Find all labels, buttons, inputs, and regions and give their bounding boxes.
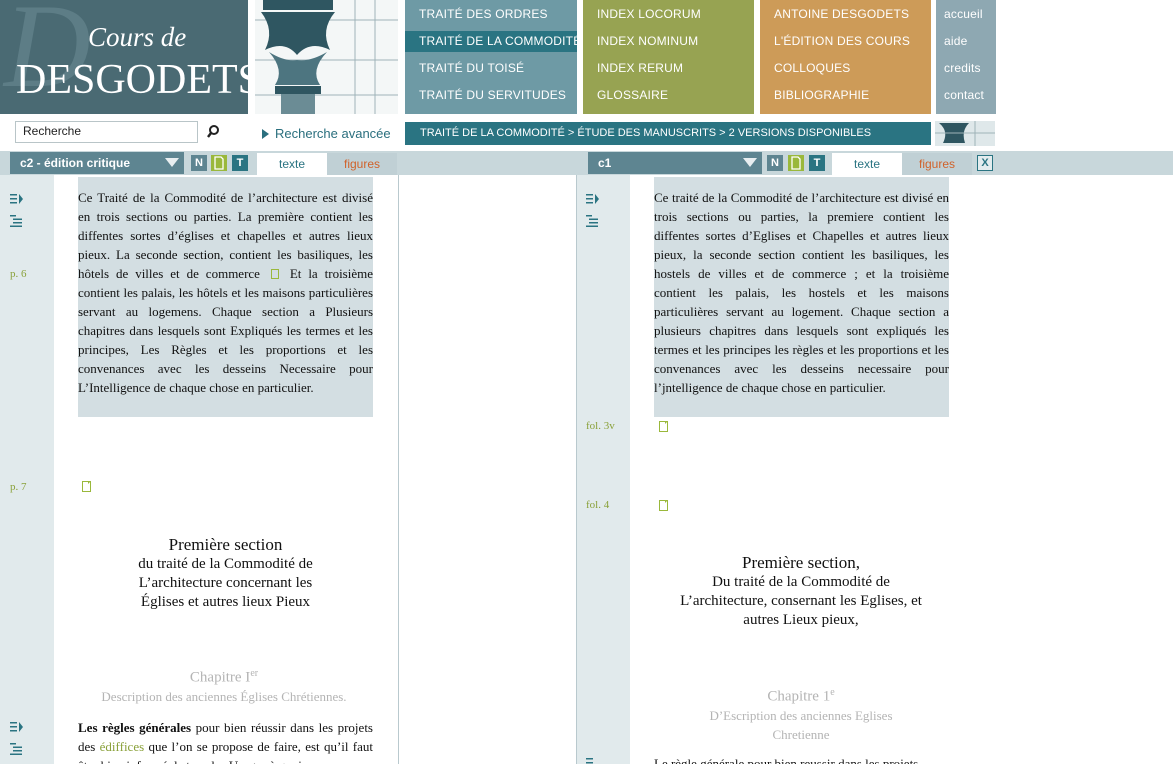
left-chapter-subtitle: Description des anciennes Églises Chréti…: [101, 689, 347, 705]
glossary-term-link[interactable]: édiffices: [100, 739, 145, 754]
outline-list-icon[interactable]: [10, 215, 24, 227]
right-highlighted-paragraph: Ce traité de la Commodité de l’architect…: [654, 177, 949, 417]
facsimile-icon[interactable]: [659, 421, 668, 432]
menu-item-edition[interactable]: L'ÉDITION DES COURS: [760, 31, 931, 52]
left-section-heading: Première section du traité de la Commodi…: [78, 534, 373, 612]
right-document-button[interactable]: [788, 155, 804, 171]
facsimile-icon[interactable]: [659, 500, 668, 511]
menu-item-servitudes[interactable]: TRAITÉ DU SERVITUDES: [405, 85, 577, 106]
menu-item-toise[interactable]: TRAITÉ DU TOISÉ: [405, 58, 577, 79]
right-section-heading: Première section, Du traité de la Commod…: [640, 552, 962, 630]
left-chapter-heading: Chapitre Ier Description des anciennes É…: [68, 664, 380, 706]
left-section-sub3: Églises et autres lieux Pieux: [140, 594, 311, 610]
logo-line2: DESGODETS: [16, 57, 248, 103]
expand-list-icon[interactable]: [10, 193, 24, 205]
left-version-select[interactable]: c2 - édition critique: [10, 152, 184, 174]
menu-item-commodite[interactable]: TRAITÉ DE LA COMMODITÉ: [405, 31, 581, 52]
menu-item-glossaire[interactable]: GLOSSAIRE: [583, 85, 754, 106]
logo-line1: Cours de: [88, 22, 187, 52]
advanced-search-link[interactable]: Recherche avancée: [262, 126, 391, 141]
left-page-ref-1[interactable]: p. 6: [10, 268, 27, 280]
close-panel-button[interactable]: X: [977, 155, 993, 171]
menu-item-accueil[interactable]: accueil: [936, 4, 996, 25]
chevron-down-icon: [743, 158, 757, 167]
menu-item-antoine-desgodets[interactable]: ANTOINE DESGODETS: [760, 4, 931, 25]
right-section-title: Première section,: [741, 553, 860, 572]
menu-item-colloques[interactable]: COLLOQUES: [760, 58, 931, 79]
facsimile-icon[interactable]: [82, 481, 91, 492]
menu-item-index-nominum[interactable]: INDEX NOMINUM: [583, 31, 754, 52]
right-folio-ref-1[interactable]: fol. 3v: [586, 420, 615, 432]
right-version-select[interactable]: c1: [588, 152, 762, 174]
left-chapter-sup: er: [250, 668, 259, 679]
expand-list-icon[interactable]: [586, 193, 600, 205]
breadcrumb-thumbnail: [935, 121, 995, 146]
left-section-sub1: du traité de la Commodité de: [138, 556, 313, 572]
left-tab-figures[interactable]: figures: [327, 153, 397, 175]
left-document-button[interactable]: [211, 155, 227, 171]
right-section-sub2: L’architecture, conser­nant les Eglises,…: [680, 593, 922, 609]
left-gutter: [0, 175, 54, 764]
right-chapter-heading: Chapitre 1e D’Escription des anciennes E…: [640, 683, 962, 744]
left-para2-bold: Les règles générales: [78, 720, 192, 735]
left-highlighted-paragraph: Ce Traité de la Commodité de l’architect…: [78, 177, 373, 417]
right-gutter: [577, 175, 630, 764]
left-notes-button[interactable]: N: [191, 155, 207, 171]
menu-item-aide[interactable]: aide: [936, 31, 996, 52]
menu-site: accueil aide credits contact: [936, 0, 996, 114]
menu-item-contact[interactable]: contact: [936, 85, 996, 106]
right-section-sub1: Du traité de la Commodité de: [712, 574, 890, 590]
page-break-icon[interactable]: [270, 269, 279, 279]
capital-engraving-image: [255, 0, 398, 114]
outline-list-icon[interactable]: [10, 743, 24, 755]
left-section-title: Première section: [168, 535, 283, 554]
left-version-label: c2 - édition critique: [20, 156, 131, 170]
chevron-down-icon: [165, 158, 179, 167]
breadcrumb: TRAITÉ DE LA COMMODITÉ > ÉTUDE DES MANUS…: [405, 122, 931, 145]
menu-item-index-locorum[interactable]: INDEX LOCORUM: [583, 4, 754, 25]
right-transcription-button[interactable]: T: [809, 155, 825, 171]
right-chapter-title: Chapitre 1: [767, 688, 831, 705]
site-logo[interactable]: D Cours de DESGODETS: [0, 0, 248, 114]
left-page-ref-2[interactable]: p. 7: [10, 481, 27, 493]
left-paragraph-2: Les règles générales pour bien réussir d…: [78, 718, 373, 764]
left-para2-b: que l’on se propose de faire, est: [148, 739, 320, 754]
right-section-sub3: autres Lieux pieux,: [743, 612, 859, 628]
left-tab-texte[interactable]: texte: [257, 153, 327, 175]
outline-list-icon[interactable]: [586, 215, 600, 227]
advanced-search-label: Recherche avancée: [275, 126, 391, 141]
expand-list-icon[interactable]: [586, 757, 600, 764]
left-section-sub2: L’architecture concernant les: [138, 575, 313, 591]
left-chapter-title: Chapitre I: [189, 669, 251, 686]
right-chapter-subtitle-1: D’Escription des anciennes Eglises: [709, 708, 893, 724]
expand-list-icon[interactable]: [10, 721, 24, 733]
left-panel-divider: [398, 175, 399, 764]
right-chapter-subtitle-2: Chretienne: [772, 727, 830, 743]
menu-item-credits[interactable]: credits: [936, 58, 996, 79]
left-para1-part2: Et la troisième contient les palais, les…: [78, 266, 374, 395]
right-chapter-sup: e: [830, 687, 835, 698]
left-transcription-button[interactable]: T: [232, 155, 248, 171]
right-paragraph-2: Le règle générale pour bien reussir dans…: [654, 756, 919, 764]
menu-about: ANTOINE DESGODETS L'ÉDITION DES COURS CO…: [760, 0, 931, 114]
right-folio-ref-2[interactable]: fol. 4: [586, 499, 609, 511]
right-notes-button[interactable]: N: [767, 155, 783, 171]
menu-item-bibliographie[interactable]: BIBLIOGRAPHIE: [760, 85, 931, 106]
right-tab-texte[interactable]: texte: [832, 153, 902, 175]
search-icon[interactable]: [207, 124, 223, 140]
menu-index: INDEX LOCORUM INDEX NOMINUM INDEX RERUM …: [583, 0, 754, 114]
right-tab-figures[interactable]: figures: [902, 153, 972, 175]
triangle-right-icon: [262, 129, 269, 139]
menu-traites: TRAITÉ DES ORDRES TRAITÉ DE LA COMMODITÉ…: [405, 0, 581, 114]
menu-item-ordres[interactable]: TRAITÉ DES ORDRES: [405, 4, 577, 25]
right-version-label: c1: [598, 156, 612, 170]
search-input[interactable]: Recherche: [15, 121, 198, 143]
menu-item-index-rerum[interactable]: INDEX RERUM: [583, 58, 754, 79]
